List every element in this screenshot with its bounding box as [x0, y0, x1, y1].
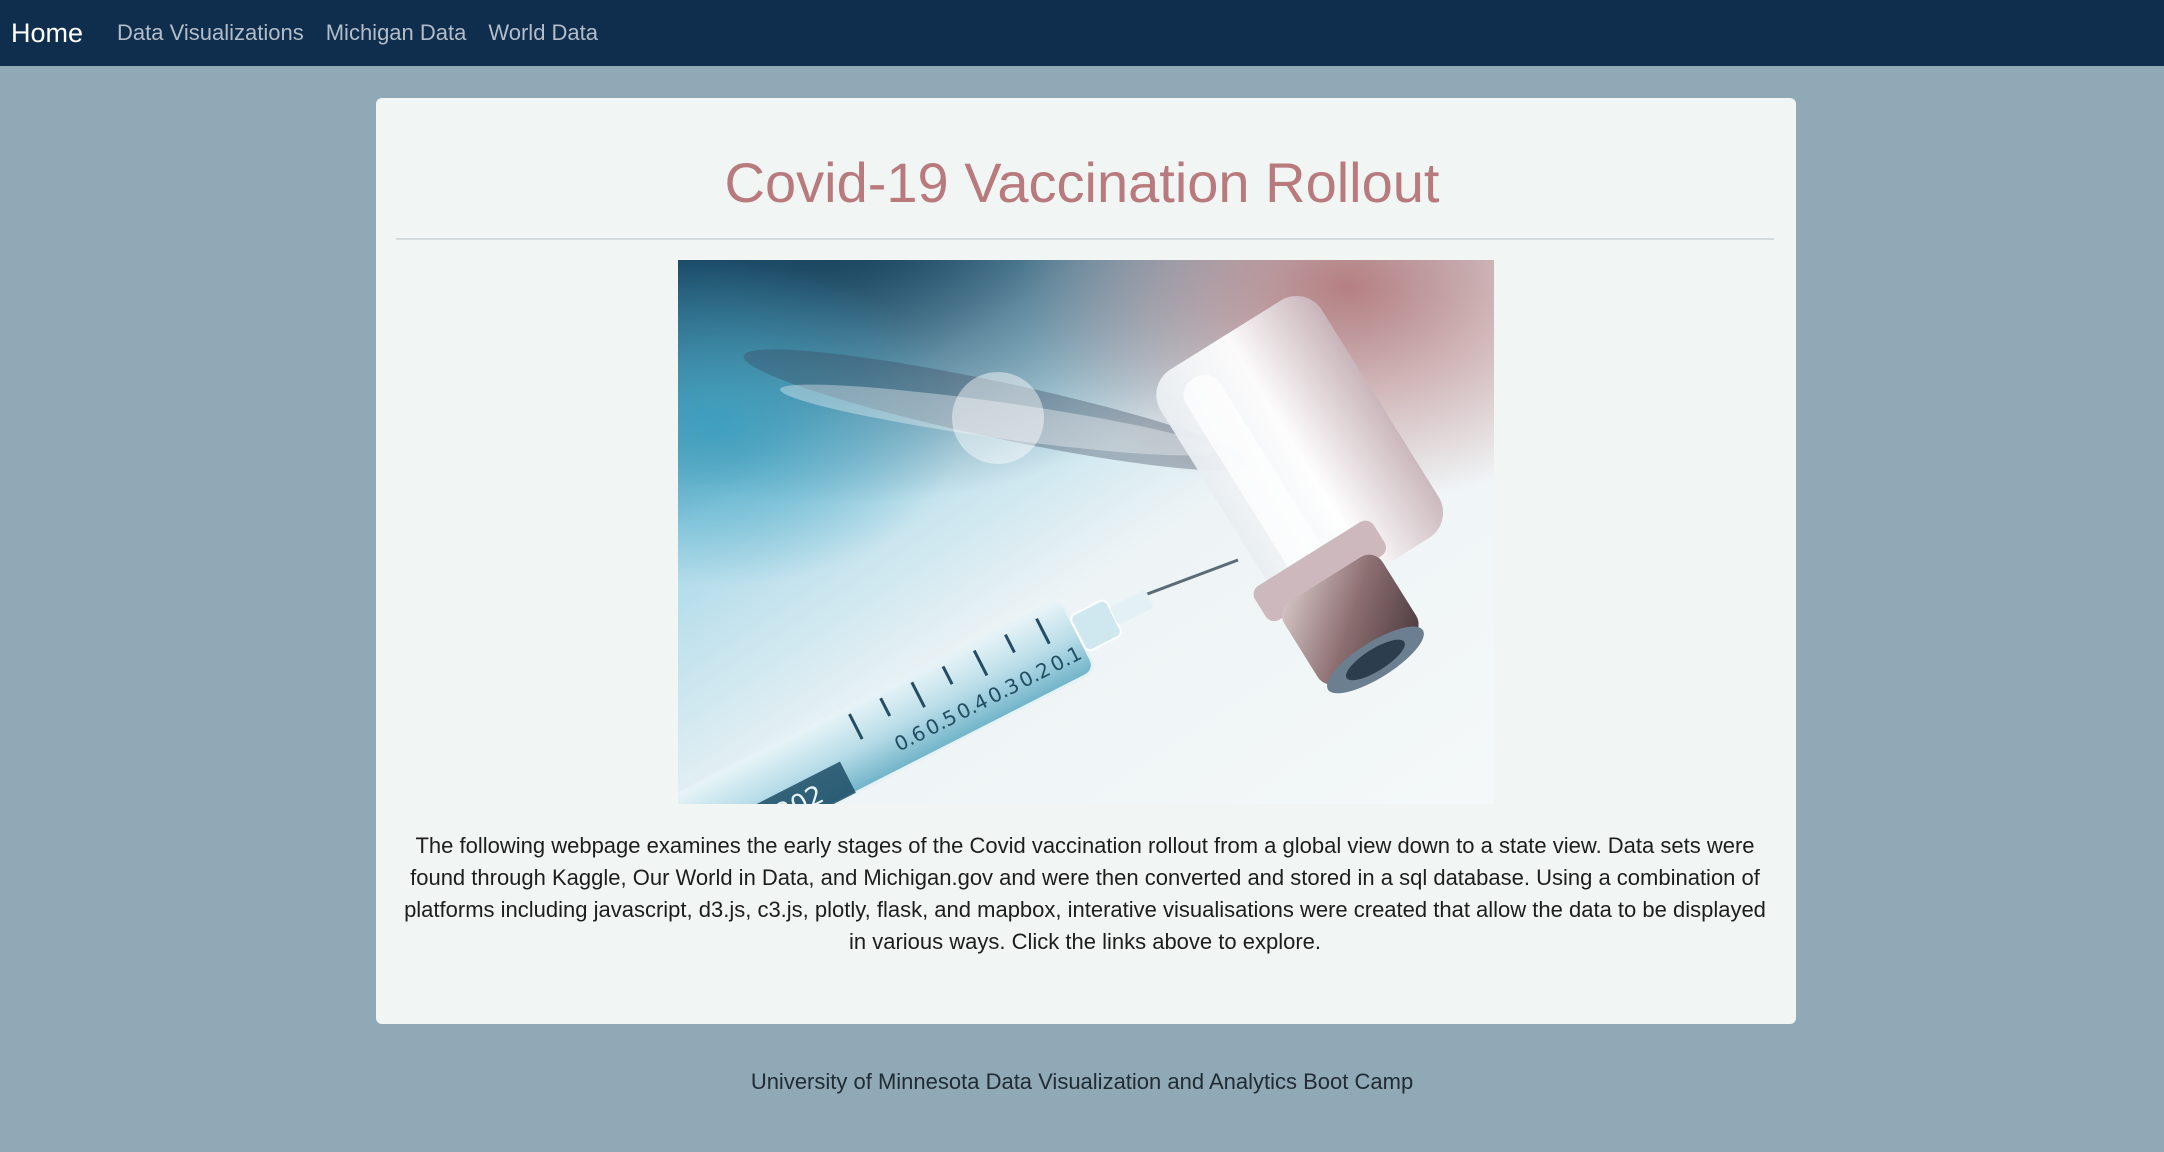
page-title: Covid-19 Vaccination Rollout: [724, 151, 1440, 214]
syringe-vial-illustration: 0.1 0.2 0.3 0.4 0.5 0.6 202: [678, 260, 1494, 804]
nav-home-link[interactable]: Home: [11, 18, 83, 49]
nav-michigan-data-link[interactable]: Michigan Data: [326, 20, 467, 46]
footer-text: University of Minnesota Data Visualizati…: [750, 1069, 1414, 1094]
nav-data-visualizations-link[interactable]: Data Visualizations: [117, 20, 304, 46]
nav-world-data-link[interactable]: World Data: [488, 20, 598, 46]
title-divider: [396, 238, 1774, 240]
intro-paragraph: The following webpage examines the early…: [404, 833, 1766, 954]
hero-image-vaccine-syringe: 0.1 0.2 0.3 0.4 0.5 0.6 202: [678, 260, 1494, 804]
top-navbar: Home Data Visualizations Michigan Data W…: [0, 0, 2164, 66]
